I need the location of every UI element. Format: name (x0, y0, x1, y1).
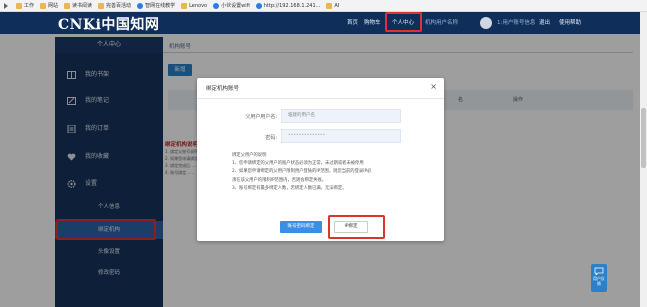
nav-arrow-icon[interactable] (4, 2, 8, 9)
logout-link[interactable]: 退出 (539, 12, 550, 34)
folder-icon (40, 2, 47, 9)
bookmark-item[interactable]: Lenovo (181, 2, 208, 9)
bookmark-label: 网站 (48, 3, 59, 9)
password-label: 密码: (265, 135, 277, 141)
bookmark-item[interactable]: 小伙设置wifi (213, 2, 250, 9)
bookmark-label: AI (334, 2, 340, 9)
folder-icon (181, 2, 188, 9)
folder-icon (326, 2, 333, 9)
bookmark-label: 工作 (24, 3, 35, 9)
bookmark-item[interactable]: 工作 (16, 2, 34, 9)
user-info: 机构用户名称 (425, 20, 459, 26)
user-account: 1:用户账号信息 (497, 20, 536, 26)
edge-icon (255, 2, 262, 9)
feedback-label: 用户反馈 (593, 276, 605, 286)
bookmark-label: 智网在线教学 (145, 3, 176, 9)
bind-institution-dialog: 绑定机构账号 × 父用户用户名: 临建的用户名 密码: ••••••••••••… (197, 78, 444, 241)
feedback-button[interactable]: 用户反馈 (591, 264, 607, 292)
folder-icon (16, 2, 22, 9)
bookmark-item[interactable]: 网站 (40, 2, 58, 9)
folder-icon (64, 2, 71, 9)
bookmark-item[interactable]: 读书阅读 (64, 2, 92, 9)
nav-home-link[interactable]: 首页 (347, 12, 358, 34)
binding-notes: 绑定父用户的说明 1、您申请绑定的父用户的账户状态必须为正常，未过期或者未被停用… (232, 152, 432, 193)
help-link[interactable]: 使用帮助 (559, 12, 581, 34)
edge-icon (137, 2, 144, 9)
bookmark-label: 完善百活动 (106, 3, 132, 9)
bookmark-label: Lenovo (189, 2, 208, 9)
bookmarks-bar: 工作 网站 读书阅读 完善百活动 智网在线教学 Lenovo 小伙设置wifi http://… (0, 0, 647, 12)
edge-icon (213, 2, 220, 9)
bookmark-item[interactable]: http://192.168.1.241... (255, 2, 321, 9)
chat-icon (594, 267, 604, 276)
username-input[interactable]: 临建的用户名 (281, 109, 401, 123)
username-label: 父用户用户名: (245, 114, 277, 120)
close-icon[interactable]: × (430, 82, 437, 91)
bookmark-item[interactable]: 完善百活动 (98, 2, 131, 9)
account-password-bind-button[interactable]: 账号密码绑定 (280, 221, 322, 233)
bookmark-label: http://192.168.1.241... (263, 2, 321, 9)
nav-cart-link[interactable]: 购物车 (364, 12, 381, 34)
password-input[interactable]: •••••••••••••• (281, 129, 401, 143)
highlight-ip-bind (328, 215, 385, 239)
dialog-title: 绑定机构账号 (206, 86, 240, 92)
folder-icon (98, 2, 105, 9)
bookmark-item[interactable]: 智网在线教学 (137, 2, 175, 9)
cnki-logo[interactable]: CNKi中国知网 cnki.net (58, 14, 159, 34)
dialog-header: 绑定机构账号 × (197, 78, 444, 99)
bookmark-label: 小伙设置wifi (221, 3, 250, 9)
scrollbar-thumb[interactable] (641, 108, 646, 168)
scrollbar[interactable] (640, 12, 647, 307)
note-line: 1、您申请绑定的父用户的账户状态必须为正常，未过期或者未被停用 (232, 161, 364, 167)
note-line: 须在该父用户的限制IP范围内，否则会绑定失败。 (232, 177, 327, 183)
bookmark-item[interactable]: AI (326, 2, 340, 9)
notes-title: 绑定父用户的说明 (232, 153, 267, 158)
highlight-personal-center (385, 12, 422, 32)
note-line: 2、如果您申请绑定的父用户限制用户登陆的IP范围，则您当前的登录IP必 (232, 169, 372, 175)
bookmark-label: 读书阅读 (72, 3, 93, 9)
avatar[interactable] (480, 17, 492, 29)
note-line: 3、账号绑定有最多绑定人数，若绑定人数已满，无法绑定。 (232, 185, 347, 191)
